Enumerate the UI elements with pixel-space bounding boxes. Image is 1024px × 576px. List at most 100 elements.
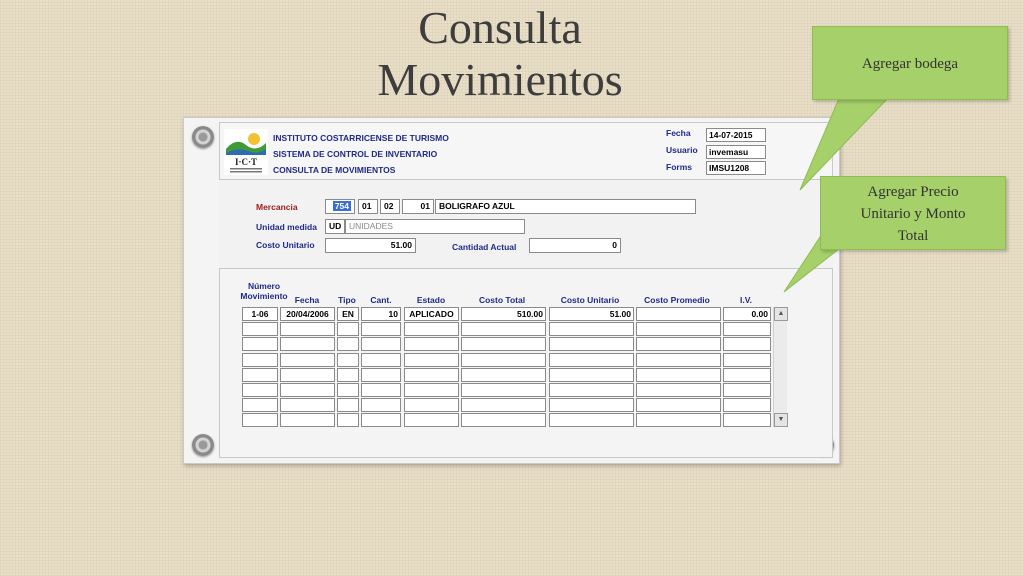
cell-costo-unitario[interactable] xyxy=(549,383,634,397)
mercancia-field-2[interactable]: 01 xyxy=(358,199,378,214)
cell-costo-total[interactable] xyxy=(461,322,546,337)
cell-fecha[interactable] xyxy=(280,322,335,337)
cell-costo-unitario[interactable] xyxy=(549,367,634,382)
cell-costo-unitario[interactable] xyxy=(549,352,634,367)
cell-costo-promedio[interactable] xyxy=(636,352,721,367)
cell-cant[interactable] xyxy=(361,413,401,428)
cell-tipo[interactable] xyxy=(337,352,359,367)
col-header-iv: I.V. xyxy=(740,295,752,305)
cell-movimiento[interactable] xyxy=(242,398,278,413)
cell-cant[interactable] xyxy=(361,322,401,337)
cell-costo-total[interactable] xyxy=(461,398,546,413)
cell-fecha[interactable] xyxy=(280,352,335,367)
cell-fecha[interactable] xyxy=(280,413,335,428)
cell-costo-promedio[interactable] xyxy=(636,337,721,352)
cell-movimiento[interactable] xyxy=(242,383,278,397)
cell-costo-total[interactable] xyxy=(461,413,546,428)
cell-movimiento[interactable] xyxy=(242,367,278,382)
usuario-field[interactable]: invemasu xyxy=(706,145,766,159)
cell-costo-promedio[interactable] xyxy=(636,383,721,397)
cell-costo-unitario[interactable]: 51.00 xyxy=(549,307,634,321)
app-header: I·C·T INSTITUTO COSTARRICENSE DE TURISMO… xyxy=(219,122,833,180)
cell-estado[interactable]: APLICADO xyxy=(404,307,459,321)
cell-cant[interactable] xyxy=(361,398,401,413)
cell-estado[interactable] xyxy=(404,337,459,352)
forms-field[interactable]: IMSU1208 xyxy=(706,161,766,175)
cell-costo-promedio[interactable] xyxy=(636,413,721,428)
cell-cant[interactable] xyxy=(361,352,401,367)
cell-iv[interactable] xyxy=(723,413,771,428)
cell-estado[interactable] xyxy=(404,413,459,428)
mercancia-field-3[interactable]: 02 xyxy=(380,199,400,214)
costo-unitario-field[interactable]: 51.00 xyxy=(325,238,416,253)
cantidad-actual-field[interactable]: 0 xyxy=(529,238,621,253)
unidad-code-field[interactable]: UD xyxy=(325,219,345,234)
cell-movimiento[interactable] xyxy=(242,413,278,428)
cell-costo-unitario[interactable] xyxy=(549,337,634,352)
col-header-estado: Estado xyxy=(416,295,446,305)
screen-name: CONSULTA DE MOVIMIENTOS xyxy=(273,165,396,175)
cell-tipo[interactable] xyxy=(337,337,359,352)
cell-estado[interactable] xyxy=(404,383,459,397)
screw-icon xyxy=(192,434,214,456)
cell-costo-promedio[interactable] xyxy=(636,367,721,382)
cell-costo-total[interactable]: 510.00 xyxy=(461,307,546,321)
cell-iv[interactable] xyxy=(723,352,771,367)
col-header-fecha: Fecha xyxy=(294,295,320,305)
cell-movimiento[interactable] xyxy=(242,337,278,352)
slide-title-line1: Consulta xyxy=(418,2,582,53)
cell-costo-total[interactable] xyxy=(461,337,546,352)
fecha-field[interactable]: 14-07-2015 xyxy=(706,128,766,142)
cell-fecha[interactable]: 20/04/2006 xyxy=(280,307,335,321)
col-header-costo-promedio: Costo Promedio xyxy=(644,295,710,305)
mercancia-description-field[interactable]: BOLIGRAFO AZUL xyxy=(435,199,696,214)
cell-costo-unitario[interactable] xyxy=(549,398,634,413)
cell-fecha[interactable] xyxy=(280,398,335,413)
cell-iv[interactable]: 0.00 xyxy=(723,307,771,321)
cell-estado[interactable] xyxy=(404,398,459,413)
unidad-description-field[interactable]: UNIDADES xyxy=(345,219,525,234)
scroll-down-icon[interactable]: ▼ xyxy=(774,413,788,427)
usuario-label: Usuario xyxy=(666,145,698,155)
cell-iv[interactable] xyxy=(723,383,771,397)
cell-costo-total[interactable] xyxy=(461,367,546,382)
cell-movimiento[interactable]: 1-06 xyxy=(242,307,278,321)
cell-iv[interactable] xyxy=(723,337,771,352)
cell-movimiento[interactable] xyxy=(242,322,278,337)
cell-estado[interactable] xyxy=(404,352,459,367)
cell-movimiento[interactable] xyxy=(242,352,278,367)
cell-iv[interactable] xyxy=(723,367,771,382)
cell-fecha[interactable] xyxy=(280,367,335,382)
cell-tipo[interactable] xyxy=(337,322,359,337)
cell-tipo[interactable] xyxy=(337,413,359,428)
callout-agregar-bodega: Agregar bodega xyxy=(812,26,1008,100)
cell-cant[interactable] xyxy=(361,367,401,382)
mercancia-code-field[interactable]: 754 xyxy=(325,199,355,214)
cell-tipo[interactable] xyxy=(337,398,359,413)
cell-cant[interactable] xyxy=(361,383,401,397)
cell-iv[interactable] xyxy=(723,322,771,337)
cell-tipo[interactable] xyxy=(337,383,359,397)
org-name: INSTITUTO COSTARRICENSE DE TURISMO xyxy=(273,133,449,143)
cell-cant[interactable]: 10 xyxy=(361,307,401,321)
cell-costo-total[interactable] xyxy=(461,352,546,367)
cell-costo-promedio[interactable] xyxy=(636,398,721,413)
cell-estado[interactable] xyxy=(404,322,459,337)
grid-scrollbar[interactable]: ▲ ▼ xyxy=(773,307,788,427)
cell-iv[interactable] xyxy=(723,398,771,413)
cell-fecha[interactable] xyxy=(280,383,335,397)
mercancia-field-4[interactable]: 01 xyxy=(402,199,434,214)
cell-tipo[interactable] xyxy=(337,367,359,382)
cell-costo-promedio[interactable] xyxy=(636,322,721,337)
col-header-numero-line1: Número xyxy=(247,281,281,291)
scroll-up-icon[interactable]: ▲ xyxy=(774,307,788,321)
cell-fecha[interactable] xyxy=(280,337,335,352)
cell-costo-unitario[interactable] xyxy=(549,413,634,428)
cell-estado[interactable] xyxy=(404,367,459,382)
col-header-cant: Cant. xyxy=(370,295,392,305)
cell-costo-total[interactable] xyxy=(461,383,546,397)
cell-costo-unitario[interactable] xyxy=(549,322,634,337)
cell-cant[interactable] xyxy=(361,337,401,352)
cell-tipo[interactable]: EN xyxy=(337,307,359,321)
cell-costo-promedio[interactable] xyxy=(636,307,721,321)
